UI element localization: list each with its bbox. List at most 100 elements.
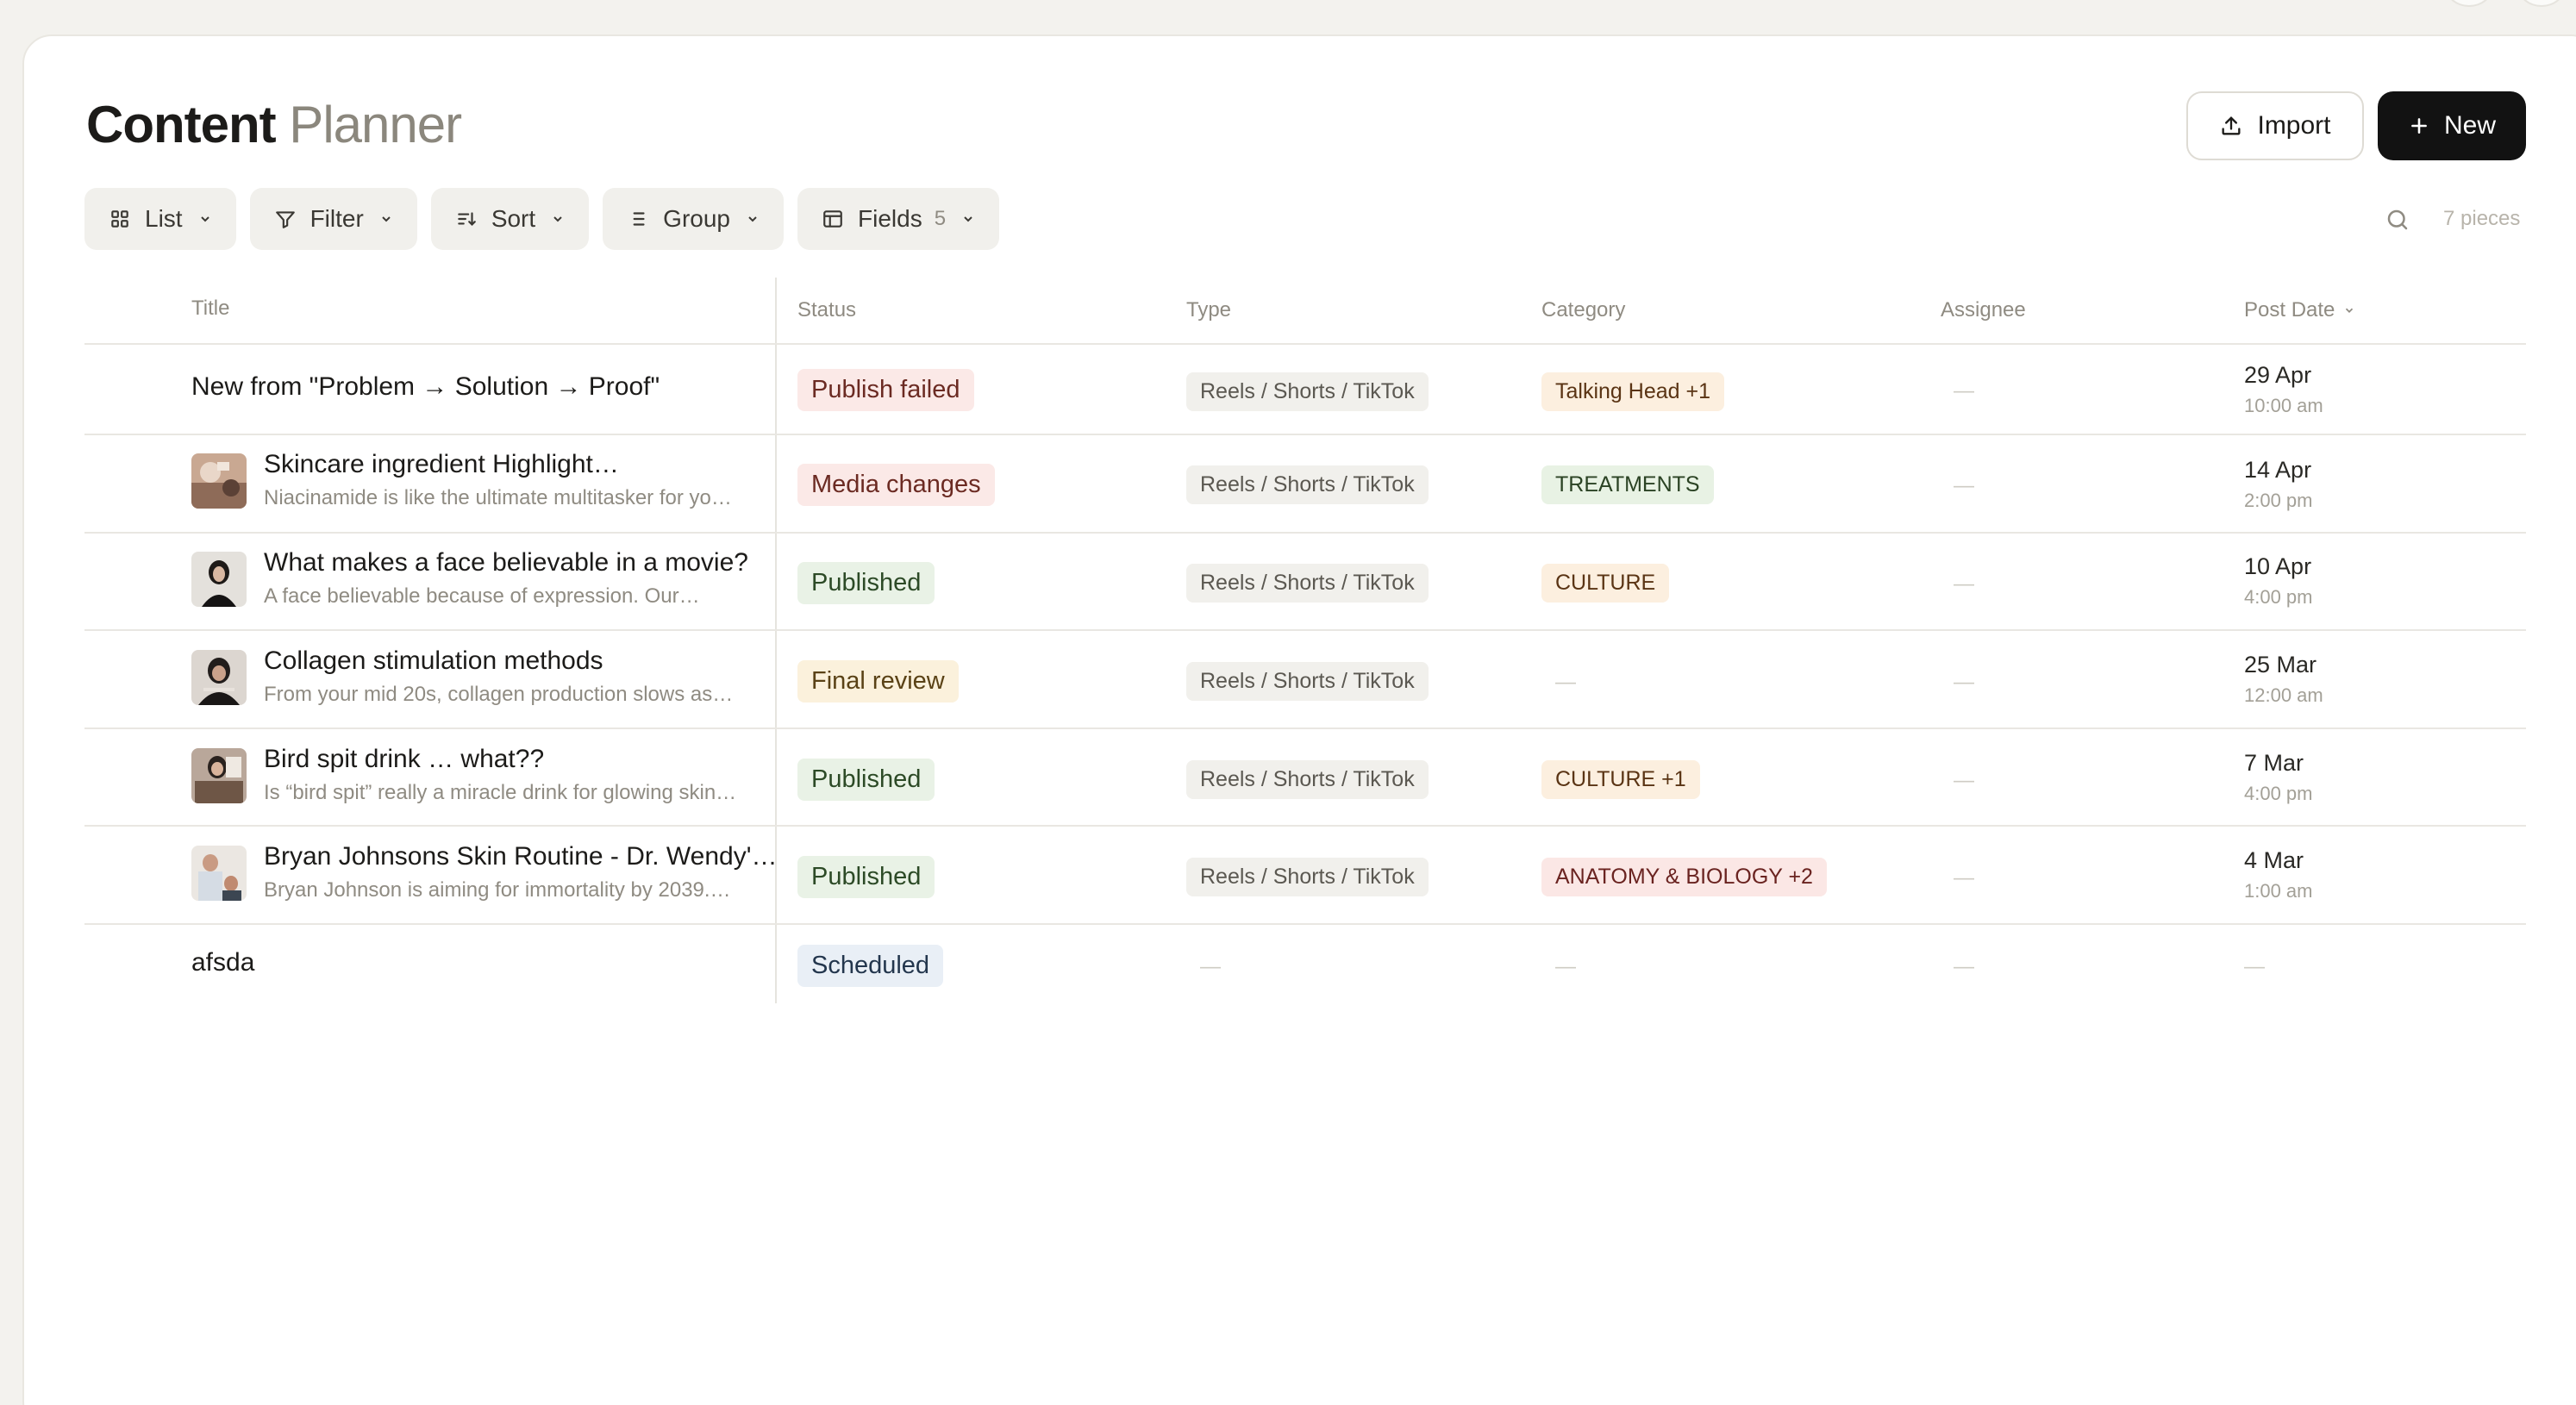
category-tag[interactable]: TREATMENTS — [1541, 465, 1714, 504]
thumbnail-image — [191, 552, 247, 607]
category-tag[interactable]: CULTURE +1 — [1541, 760, 1700, 799]
fields-label: Fields — [858, 205, 922, 232]
view-toggle-button[interactable]: List — [84, 188, 236, 250]
chevron-down-icon — [961, 212, 975, 226]
post-time: 12:00 am — [2244, 684, 2323, 706]
category-empty[interactable]: — — [1555, 955, 1576, 979]
row-title-block[interactable]: Collagen stimulation methods From your m… — [264, 646, 733, 707]
post-date[interactable]: 14 Apr — [2244, 457, 2311, 484]
assignee-empty[interactable]: — — [1954, 866, 1974, 890]
row-subtitle: A face believable because of expression.… — [264, 584, 700, 608]
row-divider — [84, 434, 2526, 435]
type-tag[interactable]: Reels / Shorts / TikTok — [1186, 564, 1429, 603]
status-badge[interactable]: Published — [797, 759, 935, 801]
post-time: 10:00 am — [2244, 395, 2323, 416]
thumbnail-image — [191, 846, 247, 901]
filter-label: Filter — [309, 205, 364, 232]
row-title-block[interactable]: Bird spit drink … what?? Is “bird spit” … — [264, 745, 736, 805]
type-tag[interactable]: Reels / Shorts / TikTok — [1186, 858, 1429, 896]
upload-icon — [2222, 116, 2241, 135]
post-date[interactable]: 10 Apr — [2244, 553, 2311, 580]
post-date[interactable]: 4 Mar — [2244, 847, 2304, 874]
type-tag[interactable]: Reels / Shorts / TikTok — [1186, 372, 1429, 411]
post-date[interactable]: 29 Apr — [2244, 362, 2311, 389]
chevron-down-icon — [551, 212, 565, 226]
status-badge[interactable]: Scheduled — [797, 945, 944, 987]
type-tag[interactable]: Reels / Shorts / TikTok — [1186, 465, 1429, 504]
row-title: Bird spit drink … what?? — [264, 745, 545, 773]
type-tag[interactable]: Reels / Shorts / TikTok — [1186, 760, 1429, 799]
column-header-post-date[interactable]: Post Date — [2244, 298, 2355, 322]
type-tag[interactable]: Reels / Shorts / TikTok — [1186, 662, 1429, 701]
row-divider — [84, 727, 2526, 729]
row-title: What makes a face believable in a movie? — [264, 548, 748, 577]
post-time: 1:00 am — [2244, 880, 2313, 902]
thumbnail-image — [191, 748, 247, 803]
row-title-block[interactable]: Skincare ingredient Highlight… Niacinami… — [264, 450, 732, 510]
category-tag[interactable]: CULTURE — [1541, 564, 1670, 603]
status-badge[interactable]: Published — [797, 856, 935, 898]
import-button[interactable]: Import — [2186, 91, 2364, 160]
top-control[interactable] — [2517, 0, 2566, 7]
row-subtitle: From your mid 20s, collagen production s… — [264, 683, 734, 706]
post-time: 4:00 pm — [2244, 783, 2313, 804]
row-divider — [84, 629, 2526, 631]
table-icon — [822, 208, 844, 230]
chevron-down-icon — [379, 212, 393, 226]
row-title: Collagen stimulation methods — [264, 646, 603, 675]
assignee-empty[interactable]: — — [1954, 474, 1974, 498]
assignee-empty[interactable]: — — [1954, 572, 1974, 596]
post-date-empty[interactable]: — — [2244, 955, 2265, 979]
column-header-type[interactable]: Type — [1186, 298, 1231, 322]
new-button[interactable]: New — [2378, 91, 2526, 160]
row-divider — [84, 923, 2526, 925]
assignee-empty[interactable]: — — [1954, 671, 1974, 695]
column-header-assignee[interactable]: Assignee — [1941, 298, 2026, 322]
assignee-empty[interactable]: — — [1954, 769, 1974, 793]
search-icon[interactable] — [2385, 207, 2410, 237]
sort-icon — [455, 208, 478, 230]
chevron-down-icon — [198, 212, 212, 226]
filter-button[interactable]: Filter — [249, 188, 417, 250]
post-time: 4:00 pm — [2244, 586, 2313, 608]
row-divider — [84, 825, 2526, 827]
status-badge[interactable]: Final review — [797, 660, 959, 702]
assignee-empty[interactable]: — — [1954, 955, 1974, 979]
post-date[interactable]: 7 Mar — [2244, 750, 2304, 777]
status-badge[interactable]: Publish failed — [797, 369, 974, 411]
page-title-main: Content — [86, 96, 277, 153]
category-empty[interactable]: — — [1555, 671, 1576, 695]
category-tag[interactable]: ANATOMY & BIOLOGY +2 — [1541, 858, 1827, 896]
toolbar: List Filter Sort Group Fields 5 — [84, 188, 1000, 250]
status-badge[interactable]: Media changes — [797, 464, 995, 506]
grid-icon — [109, 208, 131, 230]
category-tag[interactable]: Talking Head +1 — [1541, 372, 1724, 411]
column-header-title[interactable]: Title — [191, 297, 229, 321]
post-date[interactable]: 25 Mar — [2244, 652, 2317, 678]
row-divider — [84, 343, 2526, 345]
column-header-status[interactable]: Status — [797, 298, 856, 322]
top-control[interactable] — [2445, 0, 2493, 7]
row-title[interactable]: New from "Problem → Solution → Proof" — [191, 372, 660, 402]
row-title-block[interactable]: Bryan Johnsons Skin Routine - Dr. Wendy'… — [264, 842, 777, 902]
row-title: Bryan Johnsons Skin Routine - Dr. Wendy'… — [264, 842, 778, 871]
sort-label: Sort — [491, 205, 536, 232]
row-title-block[interactable]: What makes a face believable in a movie?… — [264, 548, 748, 609]
group-icon — [627, 208, 649, 230]
group-button[interactable]: Group — [603, 188, 784, 250]
row-divider — [84, 532, 2526, 534]
assignee-empty[interactable]: — — [1954, 379, 1974, 403]
post-time: 2:00 pm — [2244, 490, 2313, 511]
fields-button[interactable]: Fields 5 — [797, 188, 1000, 250]
sort-button[interactable]: Sort — [430, 188, 590, 250]
status-badge[interactable]: Published — [797, 562, 935, 604]
filter-icon — [274, 208, 297, 230]
row-title[interactable]: afsda — [191, 948, 254, 977]
thumbnail-image — [191, 453, 247, 509]
page-title: Content Planner — [86, 95, 462, 154]
column-header-category[interactable]: Category — [1541, 298, 1625, 322]
type-empty[interactable]: — — [1200, 955, 1221, 979]
row-subtitle: Is “bird spit” really a miracle drink fo… — [264, 781, 737, 804]
chevron-down-icon — [746, 212, 760, 226]
thumbnail-image — [191, 650, 247, 705]
